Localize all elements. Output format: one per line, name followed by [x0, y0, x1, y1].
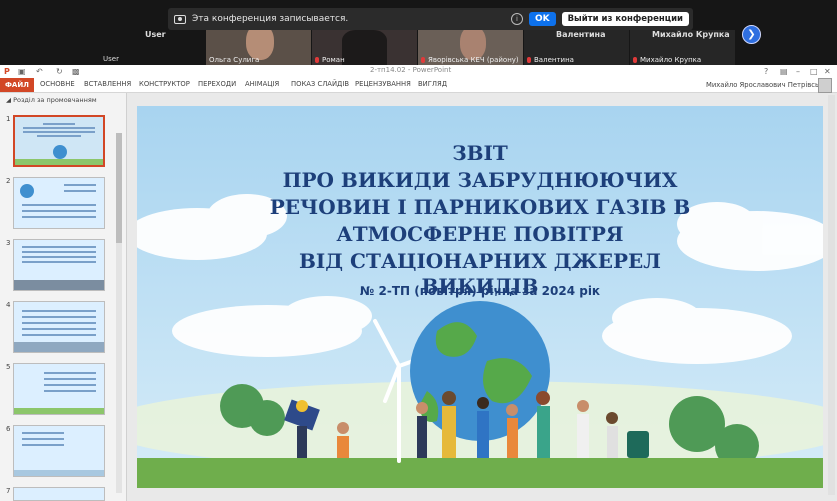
participant-name-large: Валентина — [556, 30, 606, 39]
help-icon[interactable]: ? — [764, 67, 768, 76]
participant-name-large: Михайло Крупка — [652, 30, 730, 39]
video-tile[interactable]: Яворівська КЕЧ (району) — [418, 30, 523, 65]
maximize-icon[interactable]: □ — [810, 67, 818, 76]
slide-subtitle: № 2-ТП (повітря) річна за 2024 рік — [359, 284, 601, 298]
thumbnail-number: 6 — [6, 425, 11, 433]
video-tile[interactable]: Роман — [312, 30, 417, 65]
slide-thumbnail[interactable] — [13, 487, 105, 501]
tab-review[interactable]: РЕЦЕНЗУВАННЯ — [355, 80, 411, 88]
tab-design[interactable]: КОНСТРУКТОР — [139, 80, 190, 88]
tab-slideshow[interactable]: ПОКАЗ СЛАЙДІВ — [291, 80, 349, 88]
undo-icon[interactable]: ↶ — [36, 67, 43, 76]
ok-button[interactable]: OK — [528, 12, 556, 26]
section-header[interactable]: ◢ Розділ за промовчанням — [6, 96, 97, 104]
avatar[interactable] — [818, 78, 832, 93]
save-icon[interactable]: ▣ — [18, 67, 26, 76]
slide-thumbnail[interactable] — [13, 177, 105, 229]
ribbon-options-icon[interactable]: ▤ — [780, 67, 788, 76]
slideshow-icon[interactable]: ▩ — [72, 67, 80, 76]
tab-insert[interactable]: ВСТАВЛЕННЯ — [84, 80, 131, 88]
slide-title-line: АТМОСФЕРНЕ ПОВІТРЯ — [336, 222, 624, 246]
slide-title-line: ЗВІТ — [452, 141, 508, 165]
thumbnail-number: 3 — [6, 239, 11, 247]
user-tile-label: User — [103, 55, 119, 63]
participant-name: Яворівська КЕЧ (району) — [421, 56, 519, 64]
mic-muted-icon — [315, 57, 319, 63]
editor-scrollbar[interactable] — [828, 95, 835, 495]
thumbnail-number: 4 — [6, 301, 11, 309]
slide-thumbnail[interactable] — [13, 115, 105, 167]
slide-title-line: РЕЧОВИН І ПАРНИКОВИХ ГАЗІВ В — [269, 195, 691, 219]
close-icon[interactable]: ✕ — [824, 67, 831, 76]
slide-editor: ЗВІТ ПРО ВИКИДИ ЗАБРУДНЮЮЧИХ РЕЧОВИН І П… — [127, 93, 837, 501]
participant-face — [342, 30, 387, 65]
participant-name: Михайло Крупка — [633, 56, 701, 64]
mic-muted-icon — [421, 57, 425, 63]
thumbnail-scrollbar[interactable] — [116, 133, 122, 493]
recording-icon — [174, 14, 186, 24]
video-tile[interactable]: Ольга Сулига — [206, 30, 311, 65]
slide-thumbnail[interactable] — [13, 301, 105, 353]
user-label: User — [145, 30, 166, 39]
participant-name: Валентина — [527, 56, 574, 64]
redo-icon[interactable]: ↻ — [56, 67, 63, 76]
chevron-right-icon[interactable]: ❯ — [742, 25, 761, 44]
recording-banner: Эта конференция записывается. i OK Выйти… — [168, 8, 693, 30]
account-name[interactable]: Михайло Ярославович Петрівський — [706, 81, 832, 89]
thumbnail-number: 1 — [6, 115, 11, 123]
info-icon[interactable]: i — [510, 13, 523, 25]
minimize-icon[interactable]: – — [796, 67, 800, 76]
tab-transitions[interactable]: ПЕРЕХОДИ — [198, 80, 236, 88]
slide-thumbnail[interactable] — [13, 425, 105, 477]
current-slide[interactable]: ЗВІТ ПРО ВИКИДИ ЗАБРУДНЮЮЧИХ РЕЧОВИН І П… — [137, 106, 823, 488]
document-title: 2-тп14.02 - PowerPoint — [370, 66, 452, 74]
participant-name: Роман — [315, 56, 345, 64]
leave-meeting-button[interactable]: Выйти из конференции — [561, 12, 689, 26]
participant-name: Ольга Сулига — [209, 56, 260, 64]
tab-view[interactable]: ВИГЛЯД — [418, 80, 447, 88]
mic-muted-icon — [633, 57, 637, 63]
title-bar: P ▣ ↶ ↻ ▩ 2-тп14.02 - PowerPoint ? ▤ – □… — [0, 65, 837, 78]
slide-title-line: ПРО ВИКИДИ ЗАБРУДНЮЮЧИХ — [282, 168, 678, 192]
slide-thumbnail[interactable] — [13, 363, 105, 415]
slide-title-line: ВІД СТАЦІОНАРНИХ ДЖЕРЕЛ — [299, 249, 661, 273]
tab-home[interactable]: ОСНОВНЕ — [40, 80, 75, 88]
recording-message: Эта конференция записывается. — [192, 14, 349, 24]
thumbnail-number: 2 — [6, 177, 11, 185]
tab-animations[interactable]: АНІМАЦІЯ — [245, 80, 279, 88]
slide-thumbnail-panel: ◢ Розділ за промовчанням 1 2 3 4 5 6 7 — [0, 93, 127, 501]
thumbnail-number: 5 — [6, 363, 11, 371]
thumbnail-number: 7 — [6, 487, 11, 495]
powerpoint-logo-icon: P — [4, 67, 10, 76]
tab-file[interactable]: ФАЙЛ — [0, 78, 34, 92]
slide-thumbnail[interactable] — [13, 239, 105, 291]
mic-muted-icon — [527, 57, 531, 63]
powerpoint-window: P ▣ ↶ ↻ ▩ 2-тп14.02 - PowerPoint ? ▤ – □… — [0, 65, 837, 501]
